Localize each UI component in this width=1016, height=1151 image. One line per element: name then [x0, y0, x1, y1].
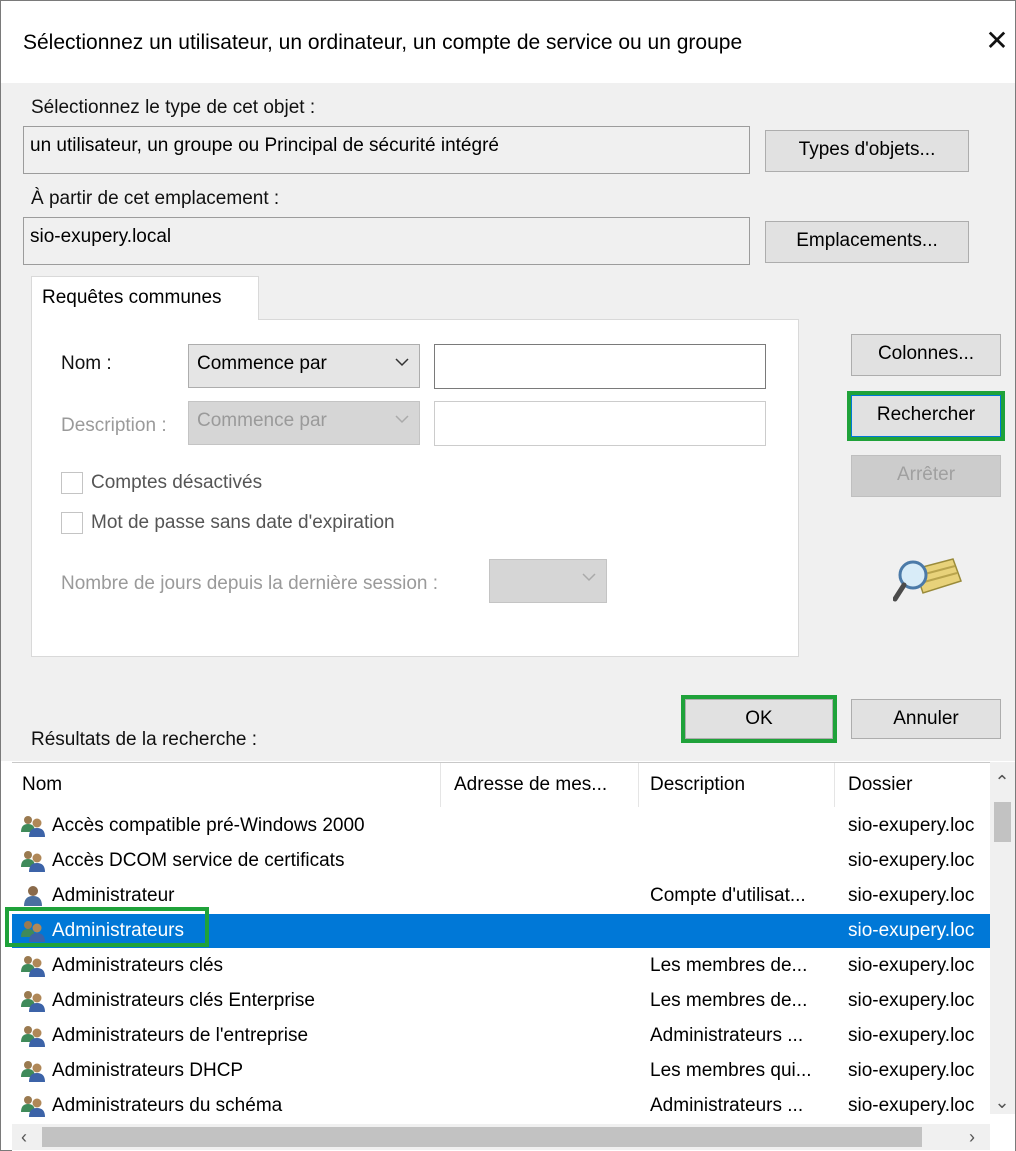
- cell-name: Administrateurs DHCP: [52, 1060, 244, 1081]
- dialog-title: Sélectionnez un utilisateur, un ordinate…: [23, 31, 743, 54]
- search-results-label: Résultats de la recherche :: [31, 729, 258, 750]
- cell-description: Administrateurs ...: [650, 1025, 804, 1046]
- cell-folder: sio-exupery.loc: [848, 955, 975, 976]
- group-icon: [21, 991, 45, 1012]
- group-icon: [21, 816, 45, 837]
- description-input[interactable]: [434, 401, 766, 446]
- name-mode-select[interactable]: Commence par: [188, 344, 420, 388]
- cell-name: Administrateurs du schéma: [52, 1095, 283, 1116]
- select-principal-dialog: Sélectionnez un utilisateur, un ordinate…: [0, 0, 1016, 1151]
- search-button-highlight: [847, 391, 1005, 441]
- column-header-folder[interactable]: Dossier: [838, 763, 994, 807]
- column-divider[interactable]: [440, 763, 441, 807]
- cell-folder: sio-exupery.loc: [848, 815, 975, 836]
- chevron-down-icon: [395, 415, 409, 424]
- cell-description: Les membres de...: [650, 990, 808, 1011]
- column-header-description[interactable]: Description: [640, 763, 834, 807]
- vertical-scrollbar[interactable]: ⌃ ⌄: [990, 762, 1015, 1114]
- days-since-label: Nombre de jours depuis la dernière sessi…: [61, 573, 439, 594]
- table-row[interactable]: Accès DCOM service de certificats sio-exu…: [12, 844, 990, 878]
- disabled-accounts-checkbox[interactable]: [61, 472, 83, 494]
- table-row[interactable]: Administrateurs clés Les membres de... sio…: [12, 949, 990, 983]
- cell-folder: sio-exupery.loc: [848, 920, 975, 941]
- scroll-right-icon[interactable]: ›: [962, 1127, 982, 1147]
- selected-row-highlight: [5, 907, 209, 947]
- cell-folder: sio-exupery.loc: [848, 1060, 975, 1081]
- column-header-email[interactable]: Adresse de mes...: [444, 763, 638, 807]
- cell-folder: sio-exupery.loc: [848, 1095, 975, 1116]
- chevron-down-icon: [395, 358, 409, 367]
- scroll-left-icon[interactable]: ‹: [14, 1127, 34, 1147]
- column-header-name[interactable]: Nom: [12, 763, 440, 807]
- close-icon[interactable]: ✕: [979, 23, 1015, 59]
- user-icon: [24, 886, 42, 906]
- cell-folder: sio-exupery.loc: [848, 885, 975, 906]
- cell-name: Administrateurs clés Enterprise: [52, 990, 315, 1011]
- table-row[interactable]: Accès compatible pré-Windows 2000 sio-exu…: [12, 809, 990, 843]
- horizontal-scrollbar[interactable]: ‹ ›: [12, 1124, 990, 1150]
- group-icon: [21, 851, 45, 872]
- disabled-accounts-label: Comptes désactivés: [91, 472, 263, 493]
- object-types-button[interactable]: Types d'objets...: [765, 130, 969, 172]
- search-results-list[interactable]: Nom Adresse de mes... Description Dossie…: [12, 762, 1015, 1151]
- cell-name: Administrateurs clés: [52, 955, 224, 976]
- cell-folder: sio-exupery.loc: [848, 850, 975, 871]
- name-label: Nom :: [61, 353, 112, 374]
- name-input[interactable]: [434, 344, 766, 389]
- group-icon: [21, 1026, 45, 1047]
- group-icon: [21, 1061, 45, 1082]
- cell-description: Les membres qui...: [650, 1060, 812, 1081]
- object-type-label: Sélectionnez le type de cet objet :: [31, 97, 316, 118]
- cell-folder: sio-exupery.loc: [848, 990, 975, 1011]
- cell-description: Les membres de...: [650, 955, 808, 976]
- horizontal-scroll-thumb[interactable]: [42, 1127, 922, 1147]
- description-mode-select[interactable]: Commence par: [188, 401, 420, 445]
- description-label: Description :: [61, 415, 167, 436]
- group-icon: [21, 956, 45, 977]
- no-expiry-checkbox[interactable]: [61, 512, 83, 534]
- cell-name: Accès DCOM service de certificats: [52, 850, 345, 871]
- cell-name: Accès compatible pré-Windows 2000: [52, 815, 365, 836]
- group-icon: [21, 1096, 45, 1117]
- locations-button[interactable]: Emplacements...: [765, 221, 969, 263]
- table-row[interactable]: Administrateurs du schéma Administrateurs…: [12, 1089, 990, 1123]
- location-label: À partir de cet emplacement :: [31, 188, 280, 209]
- cell-folder: sio-exupery.loc: [848, 1025, 975, 1046]
- table-row[interactable]: Administrateurs de l'entreprise Administr…: [12, 1019, 990, 1053]
- no-expiry-label: Mot de passe sans date d'expiration: [91, 512, 395, 533]
- cell-name: Administrateurs de l'entreprise: [52, 1025, 309, 1046]
- location-field: sio-exupery.local: [23, 217, 750, 265]
- cancel-button[interactable]: Annuler: [851, 699, 1001, 739]
- description-mode-value: Commence par: [197, 410, 327, 431]
- title-bar: Sélectionnez un utilisateur, un ordinate…: [1, 1, 1015, 83]
- columns-button[interactable]: Colonnes...: [851, 334, 1001, 376]
- cell-description: Compte d'utilisat...: [650, 885, 806, 906]
- object-type-field: un utilisateur, un groupe ou Principal d…: [23, 126, 750, 174]
- tab-common-queries[interactable]: Requêtes communes: [31, 276, 259, 320]
- table-row[interactable]: Administrateurs DHCP Les membres qui... si…: [12, 1054, 990, 1088]
- days-since-select[interactable]: [489, 559, 607, 603]
- chevron-down-icon: [582, 573, 596, 582]
- column-divider[interactable]: [638, 763, 639, 807]
- name-mode-value: Commence par: [197, 353, 327, 374]
- table-row[interactable]: Administrateurs clés Enterprise Les membr…: [12, 984, 990, 1018]
- scroll-down-icon[interactable]: ⌄: [992, 1092, 1012, 1112]
- ok-button-highlight: [681, 695, 837, 743]
- cell-description: Administrateurs ...: [650, 1095, 804, 1116]
- scroll-up-icon[interactable]: ⌃: [992, 772, 1012, 792]
- column-divider[interactable]: [834, 763, 835, 807]
- stop-button[interactable]: Arrêter: [851, 455, 1001, 497]
- search-magnifier-icon: [893, 558, 962, 602]
- vertical-scroll-thumb[interactable]: [994, 802, 1011, 842]
